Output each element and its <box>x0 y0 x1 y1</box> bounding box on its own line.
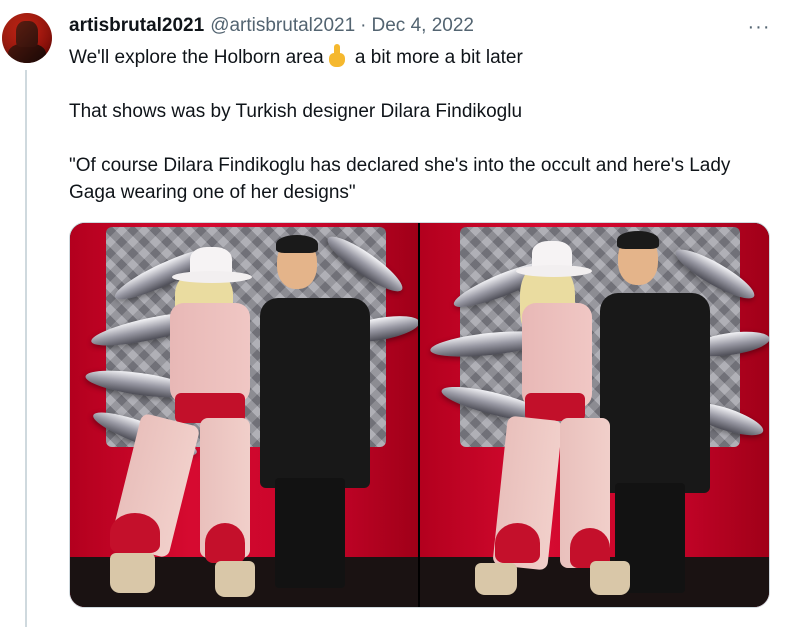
tweet-line-2: That shows was by Turkish designer Dilar… <box>69 101 523 122</box>
separator-dot: · <box>360 15 367 36</box>
tweet-date[interactable]: Dec 4, 2022 <box>372 15 474 37</box>
display-name[interactable]: artisbrutal2021 <box>69 15 204 37</box>
man-figure <box>260 298 370 488</box>
man-figure <box>600 293 710 493</box>
woman-figure <box>170 303 250 403</box>
photo-left[interactable] <box>70 223 418 607</box>
photo-right[interactable] <box>420 223 769 607</box>
tweet-line-1: We'll explore the Holborn area a bit mor… <box>69 44 769 71</box>
user-handle[interactable]: @artisbrutal2021 <box>210 15 355 37</box>
tweet-text: We'll explore the Holborn area a bit mor… <box>69 44 769 206</box>
media-grid <box>69 222 770 608</box>
tweet-header: artisbrutal2021 @artisbrutal2021 · Dec 4… <box>69 14 474 38</box>
pointing-up-hand-emoji <box>326 44 348 68</box>
more-horizontal-icon[interactable]: ··· <box>744 14 774 40</box>
avatar[interactable] <box>2 13 52 63</box>
tweet-line-3: "Of course Dilara Findikoglu has declare… <box>69 155 731 203</box>
thread-connector-line <box>25 70 27 627</box>
